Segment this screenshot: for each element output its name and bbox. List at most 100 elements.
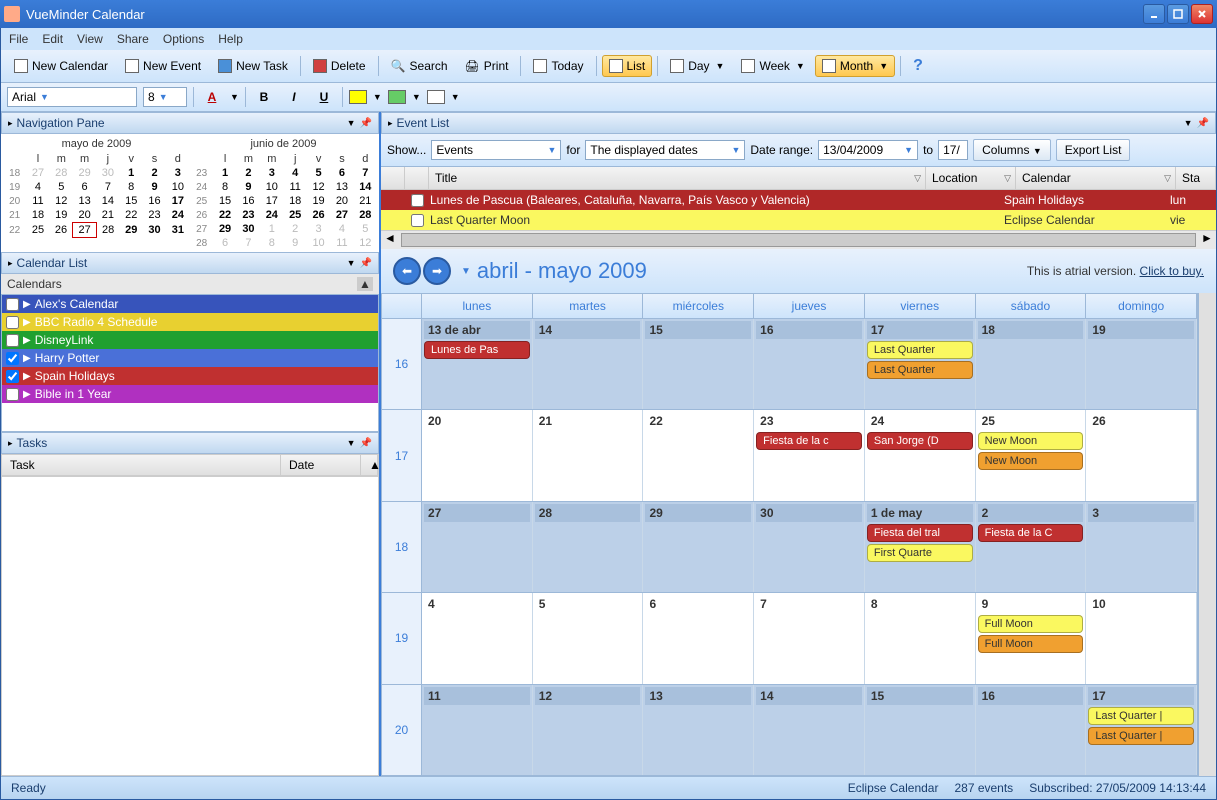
menu-file[interactable]: File bbox=[9, 32, 28, 46]
color-green[interactable] bbox=[388, 90, 406, 104]
export-button[interactable]: Export List bbox=[1056, 139, 1131, 161]
italic-button[interactable]: I bbox=[282, 86, 306, 108]
day-cell[interactable]: 21 bbox=[533, 410, 644, 500]
mini-calendar-june[interactable]: junio de 2009lmmjvsd23123456724891011121… bbox=[190, 136, 377, 250]
calendar-item[interactable]: ▶ Spain Holidays bbox=[2, 367, 378, 385]
menu-share[interactable]: Share bbox=[117, 32, 149, 46]
close-button[interactable] bbox=[1191, 4, 1213, 24]
day-cell[interactable]: 12 bbox=[533, 685, 644, 775]
pin-icon[interactable]: 📌 bbox=[360, 118, 372, 129]
day-cell[interactable]: 11 bbox=[422, 685, 533, 775]
day-cell[interactable]: 7 bbox=[754, 593, 865, 683]
day-cell[interactable]: 16 bbox=[754, 319, 865, 409]
day-cell[interactable]: 30 bbox=[754, 502, 865, 592]
scroll-left[interactable]: ◄ bbox=[381, 231, 399, 249]
calendar-checkbox[interactable] bbox=[6, 316, 19, 329]
columns-button[interactable]: Columns ▼ bbox=[973, 139, 1051, 161]
day-cell[interactable]: 25New MoonNew Moon bbox=[976, 410, 1087, 500]
col-title[interactable]: Title▽ bbox=[429, 167, 926, 189]
event-chip[interactable]: First Quarte bbox=[867, 544, 973, 562]
day-cell[interactable]: 17Last QuarterLast Quarter bbox=[865, 319, 976, 409]
color-white[interactable] bbox=[427, 90, 445, 104]
month-view-button[interactable]: Month▼ bbox=[815, 55, 895, 77]
day-cell[interactable]: 28 bbox=[533, 502, 644, 592]
event-chip[interactable]: Full Moon bbox=[978, 635, 1084, 653]
vertical-scrollbar[interactable] bbox=[1198, 293, 1216, 776]
calendar-checkbox[interactable] bbox=[6, 298, 19, 311]
date-to[interactable]: 17/ bbox=[938, 140, 968, 160]
event-chip[interactable]: Fiesta del tral bbox=[867, 524, 973, 542]
col-handle[interactable] bbox=[381, 167, 405, 189]
filter-icon[interactable]: ▽ bbox=[1164, 173, 1171, 184]
today-button[interactable]: Today bbox=[526, 55, 590, 77]
day-cell[interactable]: 8 bbox=[865, 593, 976, 683]
pin-icon[interactable]: 📌 bbox=[1197, 118, 1209, 129]
day-cell[interactable]: 1 de mayFiesta del tralFirst Quarte bbox=[865, 502, 976, 592]
scroll-right[interactable]: ► bbox=[1198, 231, 1216, 249]
event-row[interactable]: Last Quarter Moon Eclipse Calendar vie bbox=[381, 210, 1216, 230]
col-location[interactable]: Location▽ bbox=[926, 167, 1016, 189]
event-checkbox[interactable] bbox=[411, 194, 424, 207]
calendar-item[interactable]: ▶ BBC Radio 4 Schedule bbox=[2, 313, 378, 331]
event-chip[interactable]: New Moon bbox=[978, 432, 1084, 450]
filter-icon[interactable]: ▽ bbox=[1004, 173, 1011, 184]
menu-options[interactable]: Options bbox=[163, 32, 204, 46]
calendar-item[interactable]: ▶ DisneyLink bbox=[2, 331, 378, 349]
event-chip[interactable]: Fiesta de la c bbox=[756, 432, 862, 450]
calendar-item[interactable]: ▶ Bible in 1 Year bbox=[2, 385, 378, 403]
day-cell[interactable]: 18 bbox=[976, 319, 1087, 409]
filter-icon[interactable]: ▽ bbox=[914, 173, 921, 184]
day-cell[interactable]: 13 de abrLunes de Pas bbox=[422, 319, 533, 409]
event-checkbox[interactable] bbox=[411, 214, 424, 227]
day-view-button[interactable]: Day▼ bbox=[663, 55, 731, 77]
event-chip[interactable]: Last Quarter | bbox=[1088, 727, 1194, 745]
underline-button[interactable]: U bbox=[312, 86, 336, 108]
event-chip[interactable]: Last Quarter | bbox=[1088, 707, 1194, 725]
day-cell[interactable]: 29 bbox=[643, 502, 754, 592]
show-combo[interactable]: Events▼ bbox=[431, 140, 561, 160]
font-color-button[interactable]: A bbox=[200, 86, 224, 108]
day-cell[interactable]: 3 bbox=[1086, 502, 1197, 592]
next-button[interactable]: ➡ bbox=[423, 257, 451, 285]
day-cell[interactable]: 23Fiesta de la c bbox=[754, 410, 865, 500]
day-cell[interactable]: 17Last Quarter |Last Quarter | bbox=[1086, 685, 1197, 775]
event-chip[interactable]: Fiesta de la C bbox=[978, 524, 1084, 542]
day-cell[interactable]: 27 bbox=[422, 502, 533, 592]
day-cell[interactable]: 24San Jorge (D bbox=[865, 410, 976, 500]
col-start[interactable]: Sta bbox=[1176, 167, 1216, 189]
event-row[interactable]: Lunes de Pascua (Baleares, Cataluña, Nav… bbox=[381, 190, 1216, 210]
calendar-item[interactable]: ▶ Harry Potter bbox=[2, 349, 378, 367]
print-button[interactable]: 🖨Print bbox=[458, 55, 516, 77]
menu-edit[interactable]: Edit bbox=[42, 32, 63, 46]
day-cell[interactable]: 22 bbox=[643, 410, 754, 500]
list-view-button[interactable]: List bbox=[602, 55, 653, 77]
day-cell[interactable]: 2Fiesta de la C bbox=[976, 502, 1087, 592]
pin-icon[interactable]: 📌 bbox=[360, 438, 372, 449]
chevron-down-icon[interactable]: ▼ bbox=[347, 118, 356, 128]
day-cell[interactable]: 15 bbox=[643, 319, 754, 409]
event-chip[interactable]: Lunes de Pas bbox=[424, 341, 530, 359]
event-chip[interactable]: Last Quarter bbox=[867, 341, 973, 359]
maximize-button[interactable] bbox=[1167, 4, 1189, 24]
calendar-checkbox[interactable] bbox=[6, 388, 19, 401]
new-task-button[interactable]: New Task bbox=[211, 55, 295, 77]
buy-link[interactable]: Click to buy. bbox=[1140, 264, 1204, 278]
calendar-checkbox[interactable] bbox=[6, 370, 19, 383]
date-from[interactable]: 13/04/2009▼ bbox=[818, 140, 918, 160]
day-cell[interactable]: 14 bbox=[533, 319, 644, 409]
day-cell[interactable]: 14 bbox=[754, 685, 865, 775]
size-combo[interactable]: 8▼ bbox=[143, 87, 187, 107]
day-cell[interactable]: 26 bbox=[1086, 410, 1197, 500]
day-cell[interactable]: 9Full MoonFull Moon bbox=[976, 593, 1087, 683]
search-button[interactable]: 🔍Search bbox=[384, 55, 455, 77]
event-chip[interactable]: San Jorge (D bbox=[867, 432, 973, 450]
calendar-checkbox[interactable] bbox=[6, 352, 19, 365]
bold-button[interactable]: B bbox=[252, 86, 276, 108]
calendar-checkbox[interactable] bbox=[6, 334, 19, 347]
font-combo[interactable]: Arial▼ bbox=[7, 87, 137, 107]
day-cell[interactable]: 10 bbox=[1086, 593, 1197, 683]
col-date[interactable]: Date bbox=[281, 455, 361, 475]
minimize-button[interactable] bbox=[1143, 4, 1165, 24]
event-chip[interactable]: New Moon bbox=[978, 452, 1084, 470]
calendar-item[interactable]: ▶ Alex's Calendar bbox=[2, 295, 378, 313]
